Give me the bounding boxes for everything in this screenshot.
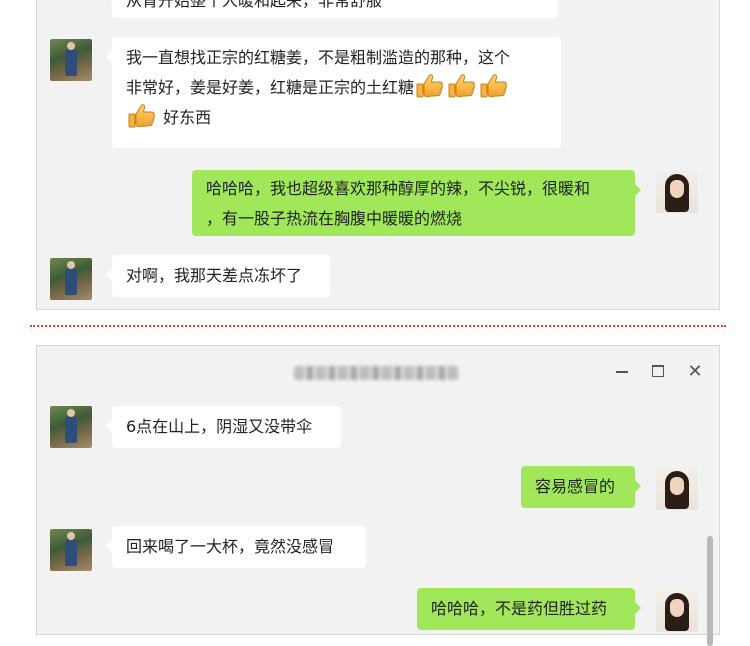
- contact-avatar[interactable]: [50, 529, 92, 571]
- message-bubble-outgoing: 容易感冒的: [521, 466, 641, 508]
- message-text: 非常好，姜是好姜，红糖是正宗的土红糖: [126, 78, 415, 97]
- message-text: 好东西: [163, 108, 212, 127]
- message-bubble-outgoing: 哈哈哈，我也超级喜欢那种醇厚的辣，不尖锐，很暖和 ，有一股子热流在胸腹中暖暖的燃…: [192, 170, 641, 236]
- message-bubble-incoming: 回来喝了一大杯，竟然没感冒: [106, 526, 366, 568]
- user-avatar[interactable]: [656, 590, 698, 632]
- message-text: 6点在山上，阴湿又没带伞: [126, 417, 313, 436]
- user-avatar[interactable]: [656, 468, 698, 510]
- message-text-with-emoji: 非常好，姜是好姜，红糖是正宗的土红糖: [126, 73, 547, 103]
- section-divider: [30, 325, 726, 327]
- maximize-icon[interactable]: [648, 361, 668, 381]
- scrollbar[interactable]: [707, 536, 713, 646]
- window-titlebar[interactable]: ✕: [37, 346, 719, 396]
- thumbs-up-emoji-icon: [128, 103, 156, 129]
- thumbs-up-emoji-icon: [448, 73, 476, 99]
- contact-avatar[interactable]: [50, 39, 92, 81]
- message-text-with-emoji: 好东西: [126, 103, 547, 133]
- thumbs-up-emoji-icon: [480, 73, 508, 99]
- user-avatar[interactable]: [656, 171, 698, 213]
- chat-window-bottom: ✕ 6点在山上，阴湿又没带伞 容易感冒的 回来喝了一大杯，竟然没感冒 哈哈哈，不…: [36, 345, 720, 646]
- message-bubble-incoming: 6点在山上，阴湿又没带伞: [106, 406, 341, 448]
- message-text: 回来喝了一大杯，竟然没感冒: [126, 537, 335, 556]
- message-text: 容易感冒的: [535, 477, 616, 496]
- chat-window-top: 从胃开始整个人暖和起来，非常舒服 我一直想找正宗的红糖姜，不是粗制滥造的那种，这…: [36, 0, 720, 310]
- message-bubble-incoming: 对啊，我那天差点冻坏了: [106, 255, 330, 297]
- thumbs-up-emoji-icon: [416, 73, 444, 99]
- message-text: 对啊，我那天差点冻坏了: [126, 266, 303, 285]
- minimize-icon[interactable]: [612, 361, 632, 381]
- message-text: 从胃开始整个人暖和起来，非常舒服: [126, 0, 383, 10]
- contact-avatar[interactable]: [50, 258, 92, 300]
- message-bubble-incoming: 从胃开始整个人暖和起来，非常舒服: [106, 0, 558, 18]
- contact-avatar[interactable]: [50, 406, 92, 448]
- message-text: 哈哈哈，我也超级喜欢那种醇厚的辣，不尖锐，很暖和: [206, 179, 591, 198]
- message-bubble-outgoing: 哈哈哈，不是药但胜过药: [417, 588, 641, 630]
- close-icon[interactable]: ✕: [685, 361, 705, 382]
- message-text: 我一直想找正宗的红糖姜，不是粗制滥造的那种，这个: [126, 48, 511, 67]
- message-text: 哈哈哈，不是药但胜过药: [431, 599, 608, 618]
- message-text: ，有一股子热流在胸腹中暖暖的燃烧: [206, 209, 463, 228]
- message-bubble-incoming: 我一直想找正宗的红糖姜，不是粗制滥造的那种，这个 非常好，姜是好姜，红糖是正宗的…: [106, 37, 561, 148]
- blurred-contact-name: [294, 366, 459, 380]
